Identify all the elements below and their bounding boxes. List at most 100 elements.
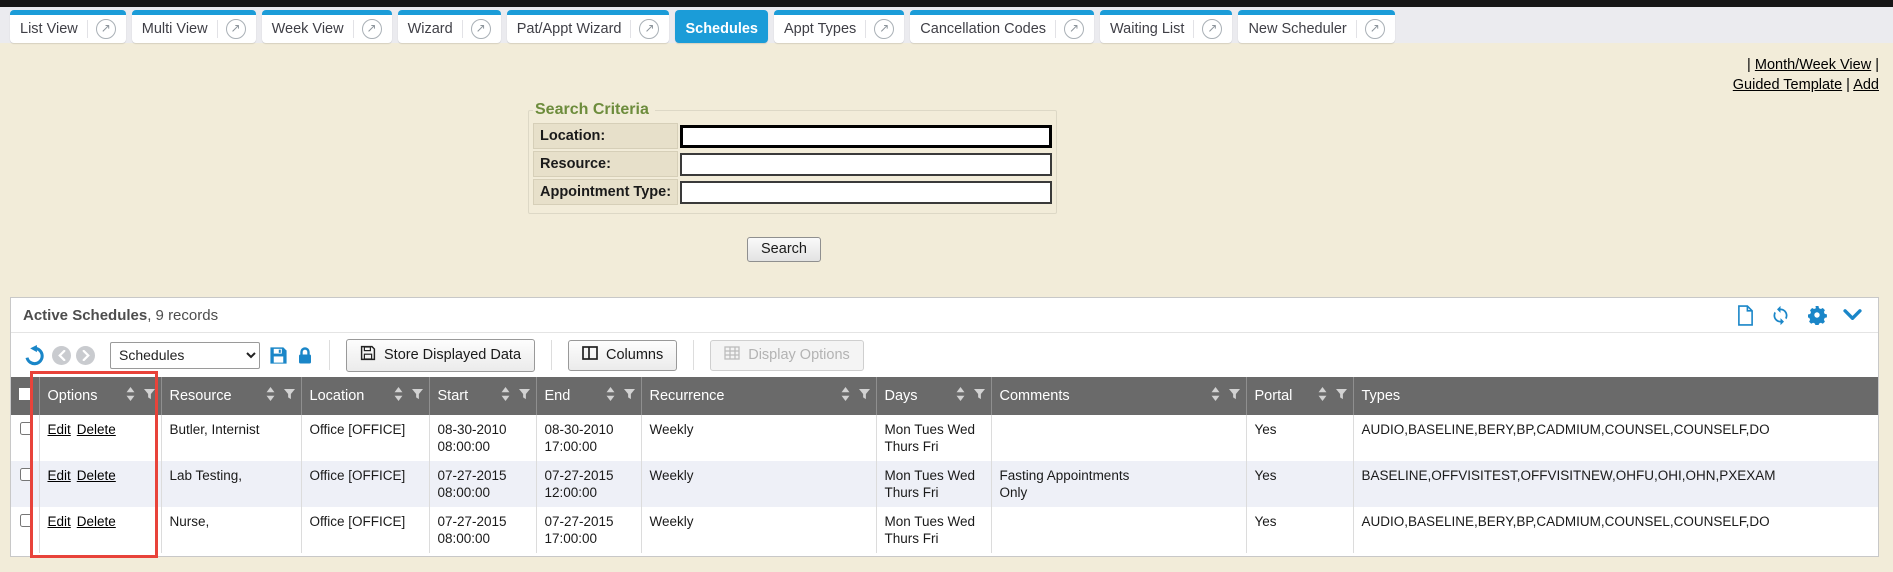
edit-link[interactable]: Edit (48, 468, 71, 483)
tab-new-scheduler[interactable]: New Scheduler ↗ (1238, 10, 1394, 43)
filter-icon[interactable] (412, 388, 423, 404)
open-in-new-icon[interactable]: ↗ (226, 19, 246, 39)
edit-link[interactable]: Edit (48, 514, 71, 529)
filter-icon[interactable] (284, 388, 295, 404)
display-options-button[interactable]: Display Options (710, 340, 864, 371)
guided-template-link[interactable]: Guided Template (1733, 77, 1842, 93)
column-header-types[interactable]: Types (1353, 377, 1879, 415)
add-link[interactable]: Add (1853, 77, 1879, 93)
tab-pat-appt-wizard[interactable]: Pat/Appt Wizard ↗ (507, 10, 670, 43)
sort-icon[interactable] (1318, 387, 1327, 405)
filter-icon[interactable] (1229, 388, 1240, 404)
schedules-view-select[interactable]: Schedules (110, 342, 260, 369)
location-input[interactable] (680, 125, 1052, 148)
comments-cell: Fasting Appointments Only (991, 461, 1246, 507)
column-label: Portal (1255, 388, 1293, 404)
tab-list-view[interactable]: List View ↗ (10, 10, 126, 43)
location-cell: Office [OFFICE] (301, 507, 429, 553)
column-header-comments[interactable]: Comments (991, 377, 1246, 415)
column-header-resource[interactable]: Resource (161, 377, 301, 415)
row-checkbox[interactable] (20, 514, 33, 527)
next-icon[interactable] (76, 346, 95, 365)
column-label: Location (310, 388, 365, 404)
month-week-view-link[interactable]: Month/Week View (1755, 57, 1871, 73)
open-in-new-icon[interactable]: ↗ (96, 19, 116, 39)
filter-icon[interactable] (1336, 388, 1347, 404)
sort-icon[interactable] (126, 387, 135, 405)
tab-label: Wizard (408, 21, 453, 37)
tab-label: Multi View (142, 21, 208, 37)
open-in-new-icon[interactable]: ↗ (874, 19, 894, 39)
view-links-line2: Guided Template | Add (1733, 75, 1879, 95)
sort-icon[interactable] (1211, 387, 1220, 405)
tab-appt-types[interactable]: Appt Types ↗ (774, 10, 904, 43)
column-header-location[interactable]: Location (301, 377, 429, 415)
toolbar-divider (551, 340, 552, 370)
sort-icon[interactable] (501, 387, 510, 405)
open-in-new-icon[interactable]: ↗ (1064, 19, 1084, 39)
column-header-start[interactable]: Start (429, 377, 536, 415)
refresh-icon[interactable] (1770, 305, 1791, 326)
delete-link[interactable]: Delete (77, 422, 116, 437)
pipe-separator: | (1846, 77, 1850, 93)
lock-icon[interactable] (297, 346, 313, 365)
tab-multi-view[interactable]: Multi View ↗ (132, 10, 256, 43)
filter-icon[interactable] (974, 388, 985, 404)
row-checkbox[interactable] (20, 422, 33, 435)
prev-icon[interactable] (52, 346, 71, 365)
sort-icon[interactable] (606, 387, 615, 405)
open-in-new-icon[interactable]: ↗ (362, 19, 382, 39)
filter-icon[interactable] (519, 388, 530, 404)
active-schedules-panel: Active Schedules, 9 records (10, 297, 1879, 557)
filter-icon[interactable] (144, 388, 155, 404)
gear-icon[interactable] (1807, 305, 1827, 325)
tab-waiting-list[interactable]: Waiting List ↗ (1100, 10, 1232, 43)
new-document-icon[interactable] (1737, 305, 1754, 326)
days-cell: Mon Tues Wed Thurs Fri (876, 461, 991, 507)
toolbar-divider (693, 340, 694, 370)
filter-icon[interactable] (624, 388, 635, 404)
columns-button[interactable]: Columns (568, 340, 677, 371)
row-checkbox[interactable] (20, 468, 33, 481)
select-all-header[interactable] (11, 377, 39, 415)
location-cell: Office [OFFICE] (301, 461, 429, 507)
sort-icon[interactable] (394, 387, 403, 405)
tab-week-view[interactable]: Week View ↗ (262, 10, 392, 43)
tab-divider (353, 20, 354, 38)
search-button[interactable]: Search (747, 237, 821, 262)
tab-label: List View (20, 21, 78, 37)
open-in-new-icon[interactable]: ↗ (471, 19, 491, 39)
column-header-recurrence[interactable]: Recurrence (641, 377, 876, 415)
open-in-new-icon[interactable]: ↗ (1202, 19, 1222, 39)
top-black-bar (0, 0, 1893, 7)
sort-icon[interactable] (956, 387, 965, 405)
delete-link[interactable]: Delete (77, 514, 116, 529)
appointment-type-input[interactable] (680, 181, 1052, 204)
table-row: EditDelete Butler, Internist Office [OFF… (11, 415, 1879, 461)
edit-link[interactable]: Edit (48, 422, 71, 437)
tab-schedules[interactable]: Schedules (675, 10, 768, 43)
open-in-new-icon[interactable]: ↗ (639, 19, 659, 39)
resource-input[interactable] (680, 153, 1052, 176)
column-header-options[interactable]: Options (39, 377, 161, 415)
delete-link[interactable]: Delete (77, 468, 116, 483)
collapse-chevron-icon[interactable] (1843, 309, 1862, 322)
column-header-end[interactable]: End (536, 377, 641, 415)
column-header-portal[interactable]: Portal (1246, 377, 1353, 415)
tab-divider (217, 20, 218, 38)
column-label: Options (48, 388, 98, 404)
undo-icon[interactable] (23, 344, 46, 367)
save-view-icon[interactable] (269, 346, 288, 365)
sort-icon[interactable] (266, 387, 275, 405)
filter-icon[interactable] (859, 388, 870, 404)
store-displayed-data-button[interactable]: Store Displayed Data (346, 339, 535, 372)
open-in-new-icon[interactable]: ↗ (1365, 19, 1385, 39)
tab-cancellation-codes[interactable]: Cancellation Codes ↗ (910, 10, 1094, 43)
tab-wizard[interactable]: Wizard ↗ (398, 10, 501, 43)
sort-icon[interactable] (841, 387, 850, 405)
column-header-days[interactable]: Days (876, 377, 991, 415)
select-all-checkbox[interactable] (19, 388, 31, 400)
columns-icon (582, 346, 598, 364)
table-header-row: Options Resource Location Start End Recu… (11, 377, 1879, 415)
panel-title-text: Active Schedules (23, 307, 147, 324)
